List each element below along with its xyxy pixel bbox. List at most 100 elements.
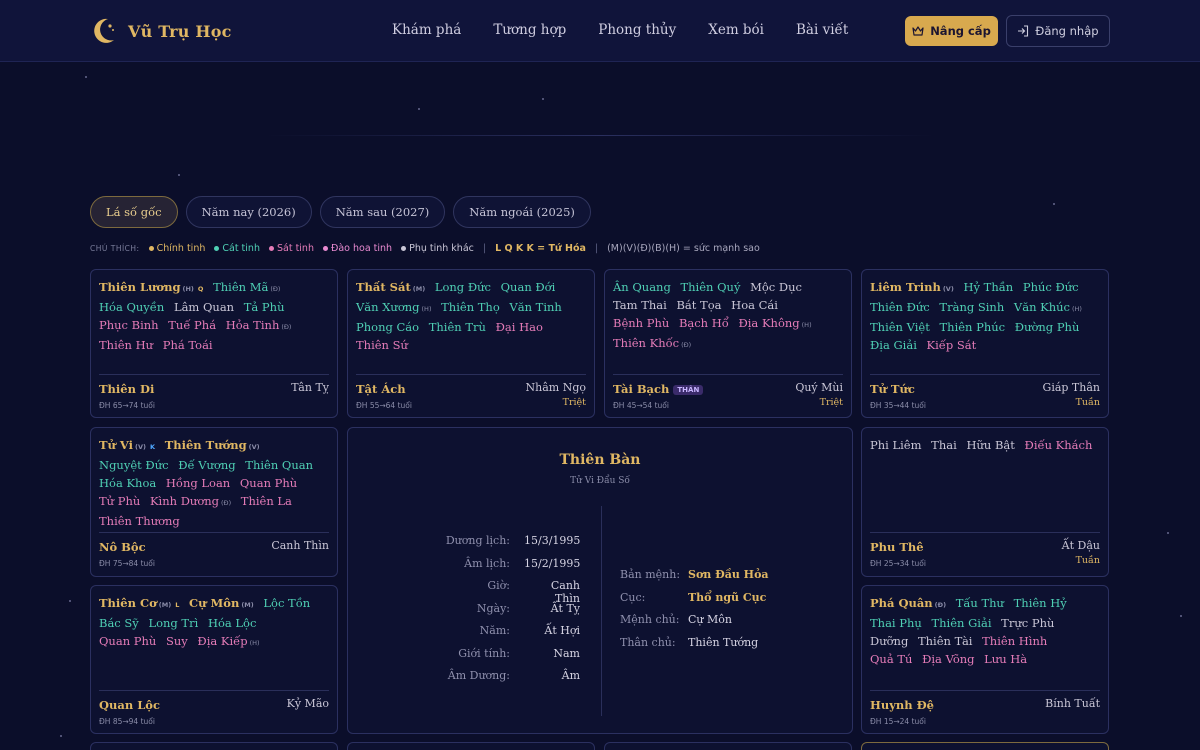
star-label[interactable]: Mộc Dục	[750, 280, 802, 294]
palace-tu-tuc[interactable]: Liêm Trinh (V) Hỷ Thần Phúc Đức Thiên Đức…	[861, 269, 1109, 418]
star-label[interactable]: Thiên Hình	[982, 634, 1047, 648]
star-label[interactable]: Nguyệt Đức	[99, 458, 169, 472]
star-label[interactable]: Quan Phù	[240, 476, 297, 490]
star-label[interactable]: Lưu Hà	[984, 652, 1027, 666]
star-label[interactable]: Tử Phù	[99, 494, 140, 508]
star-label[interactable]: Kình Dương (Đ)	[150, 494, 231, 508]
star-label[interactable]: Quả Tú	[870, 652, 912, 666]
brand-logo[interactable]: Vũ Trụ Học	[92, 16, 232, 46]
star-label[interactable]: Hoa Cái	[731, 298, 778, 312]
nav-kham-pha[interactable]: Khám phá	[392, 22, 461, 38]
star-label[interactable]: Thai Phụ	[870, 616, 922, 630]
palace-no-boc[interactable]: Tử Vi (V) K Thiên Tướng (V) Nguyệt Đức Đế V…	[90, 427, 338, 577]
star-label[interactable]: Bạch Hổ	[679, 316, 729, 330]
star-label[interactable]: Địa Võng	[922, 652, 974, 666]
palace-quan-loc[interactable]: Thiên Cơ (M) L Cự Môn (M) Lộc Tồn Bác Sỹ Lo…	[90, 585, 338, 734]
star-label[interactable]: Thiên Quan	[245, 458, 313, 472]
star-label[interactable]: Long Trì	[148, 616, 198, 630]
star-label[interactable]: Đại Hao	[496, 320, 543, 334]
star-label[interactable]: Long Đức	[435, 280, 491, 294]
tab-nam-sau[interactable]: Năm sau (2027)	[319, 196, 446, 228]
star-label[interactable]: Phá Toái	[163, 338, 213, 352]
star-label[interactable]: Dưỡng	[870, 634, 908, 648]
star-label[interactable]: Điếu Khách	[1025, 438, 1093, 452]
star-label[interactable]: Tam Thai	[613, 298, 667, 312]
star-label[interactable]: Tử Vi (V) K	[99, 438, 155, 452]
star-label[interactable]: Địa Không (H)	[738, 316, 811, 330]
nav-bai-viet[interactable]: Bài viết	[796, 22, 848, 38]
star-label[interactable]: Thiên Thương	[99, 514, 180, 528]
star-label[interactable]: Tràng Sinh	[939, 300, 1004, 314]
star-label[interactable]: Quan Đới	[501, 280, 556, 294]
star-label[interactable]: Thai	[931, 438, 957, 452]
star-label[interactable]: Tuế Phá	[168, 318, 216, 332]
palace-row-bottom[interactable]	[604, 742, 852, 750]
star-label[interactable]: Đường Phù	[1015, 320, 1080, 334]
star-label[interactable]: Hồng Loan	[166, 476, 230, 490]
star-label[interactable]: Bát Tọa	[676, 298, 721, 312]
star-label[interactable]: Tả Phù	[244, 300, 285, 314]
star-label[interactable]: Phong Cáo	[356, 320, 419, 334]
star-label[interactable]: Hỏa Tinh (Đ)	[226, 318, 292, 332]
star-label[interactable]: Thiên Trù	[429, 320, 486, 334]
nav-tuong-hop[interactable]: Tương hợp	[493, 22, 566, 38]
palace-thien-di[interactable]: Thiên Lương (H) Q Thiên Mã (Đ) Hóa Quyền Lâ…	[90, 269, 338, 418]
star-label[interactable]: Thiên Phúc	[940, 320, 1006, 334]
star-label[interactable]: Bác Sỹ	[99, 616, 139, 630]
star-label[interactable]: Hữu Bật	[966, 438, 1014, 452]
star-label[interactable]: Hóa Lộc	[208, 616, 256, 630]
star-label[interactable]: Liêm Trinh (V)	[870, 280, 954, 294]
star-label[interactable]: Ân Quang	[613, 280, 671, 294]
star-label[interactable]: Quan Phù	[99, 634, 156, 648]
star-label[interactable]: Thiên Hư	[99, 338, 153, 352]
star-label[interactable]: Văn Xương (H)	[356, 300, 431, 314]
palace-row-bottom[interactable]	[347, 742, 595, 750]
star-label[interactable]: Thiên Đức	[870, 300, 930, 314]
star-label[interactable]: Suy	[166, 634, 188, 648]
star-label[interactable]: Thiên Hỷ	[1014, 596, 1067, 610]
star-label[interactable]: Văn Khúc (H)	[1014, 300, 1082, 314]
star-label[interactable]: Văn Tinh	[509, 300, 561, 314]
star-label[interactable]: Hóa Quyền	[99, 300, 164, 314]
star-label[interactable]: Kiếp Sát	[927, 338, 977, 352]
star-label[interactable]: Lâm Quan	[174, 300, 234, 314]
star-label[interactable]: Trực Phù	[1001, 616, 1054, 630]
palace-tat-ach[interactable]: Thất Sát (M) Long Đức Quan Đới Văn Xương(…	[347, 269, 595, 418]
star-label[interactable]: Thiên Giải	[931, 616, 991, 630]
star-label[interactable]: Thiên Quý	[680, 280, 740, 294]
palace-huynh-de[interactable]: Phá Quân (Đ) Tấu Thư Thiên Hỷ Thai Phụ Th…	[861, 585, 1109, 734]
star-label[interactable]: Thất Sát (M)	[356, 280, 425, 294]
tab-nam-ngoai[interactable]: Năm ngoái (2025)	[453, 196, 591, 228]
star-label[interactable]: Thiên La	[241, 494, 292, 508]
star-label[interactable]: Phục Binh	[99, 318, 159, 332]
star-label[interactable]: Cự Môn (M)	[189, 596, 254, 610]
star-label[interactable]: Hóa Khoa	[99, 476, 156, 490]
upgrade-button[interactable]: Nâng cấp	[905, 16, 998, 46]
star-label[interactable]: Phi Liêm	[870, 438, 922, 452]
star-label[interactable]: Thiên Khốc (Đ)	[613, 336, 691, 350]
star-label[interactable]: Thiên Cơ (M) L	[99, 596, 179, 610]
star-label[interactable]: Phá Quân (Đ)	[870, 596, 946, 610]
star-label[interactable]: Địa Kiếp (H)	[197, 634, 259, 648]
star-label[interactable]: Đế Vượng	[178, 458, 235, 472]
palace-row-bottom[interactable]	[861, 742, 1109, 750]
nav-phong-thuy[interactable]: Phong thủy	[598, 22, 676, 38]
star-label[interactable]: Thiên Thọ	[441, 300, 500, 314]
tab-la-so-goc[interactable]: Lá số gốc	[90, 196, 178, 228]
star-label[interactable]: Thiên Tài	[918, 634, 973, 648]
star-label[interactable]: Địa Giải	[870, 338, 917, 352]
palace-phu-the[interactable]: Phi Liêm Thai Hữu Bật Điếu Khách Phu Thê…	[861, 427, 1109, 577]
star-label[interactable]: Bệnh Phù	[613, 316, 669, 330]
login-button[interactable]: Đăng nhập	[1006, 15, 1110, 47]
nav-xem-boi[interactable]: Xem bói	[708, 22, 764, 38]
tab-nam-nay[interactable]: Năm nay (2026)	[185, 196, 312, 228]
star-label[interactable]: Thiên Việt	[870, 320, 930, 334]
star-label[interactable]: Thiên Sứ	[356, 338, 408, 352]
palace-tai-bach[interactable]: Ân Quang Thiên Quý Mộc Dục Tam Thai Bát …	[604, 269, 852, 418]
star-label[interactable]: Lộc Tồn	[263, 596, 310, 610]
star-label[interactable]: Thiên Tướng (V)	[165, 438, 260, 452]
star-label[interactable]: Thiên Lương (H) Q	[99, 280, 203, 294]
star-label[interactable]: Phúc Đức	[1023, 280, 1079, 294]
palace-row-bottom[interactable]	[90, 742, 338, 750]
star-label[interactable]: Thiên Mã (Đ)	[213, 280, 280, 294]
